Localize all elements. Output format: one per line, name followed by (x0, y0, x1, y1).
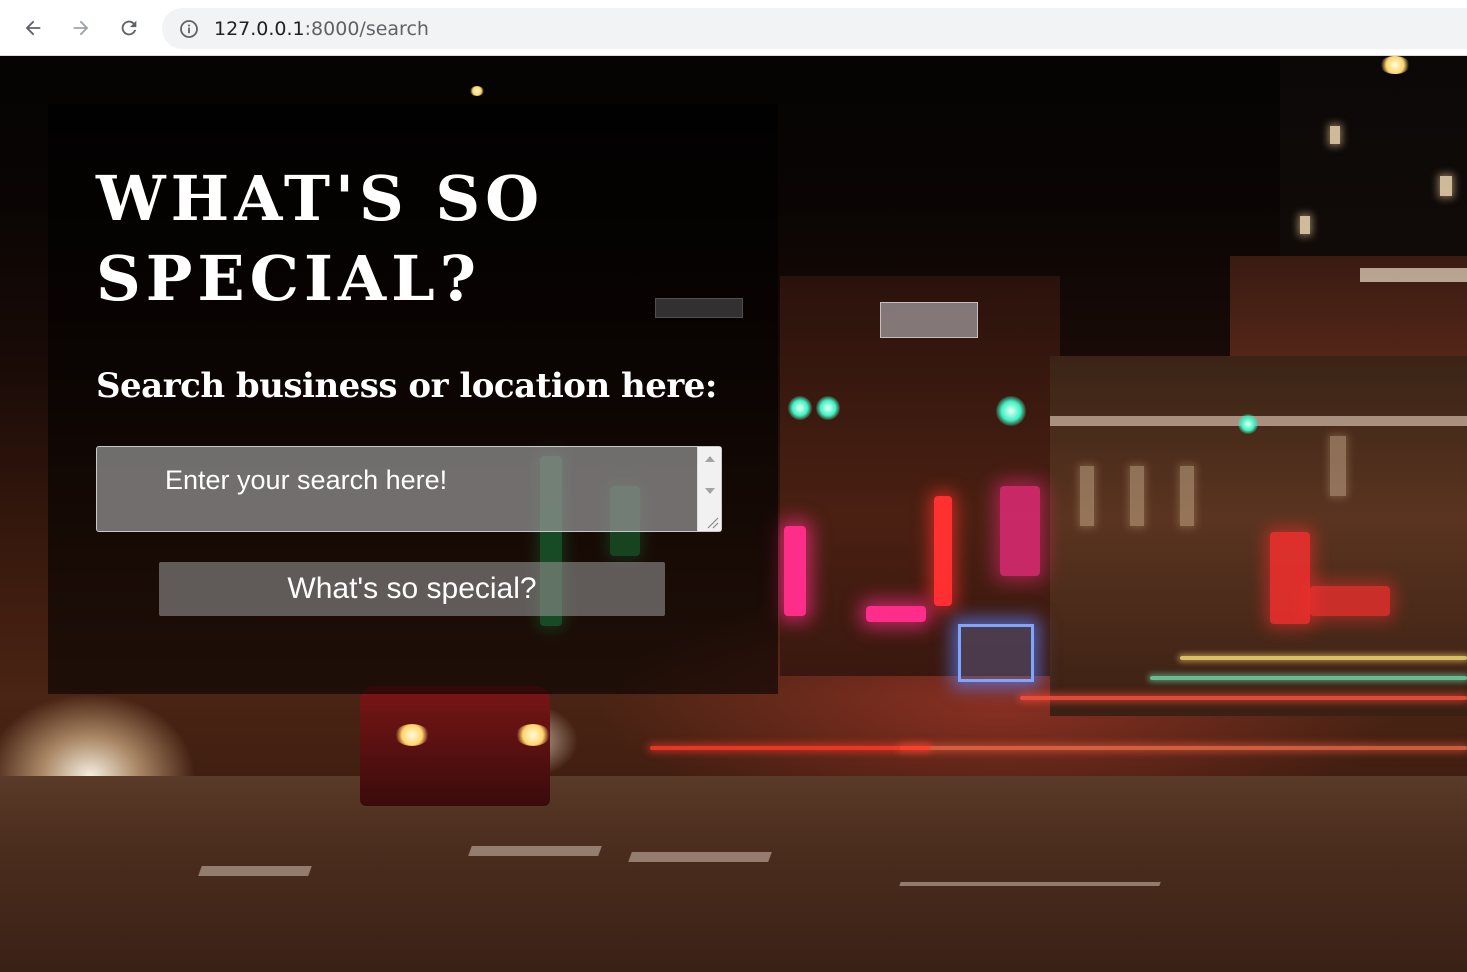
window-light (1300, 216, 1310, 234)
traffic-light (996, 396, 1026, 426)
chevron-down-icon (704, 488, 715, 494)
reload-icon (121, 20, 137, 36)
neon-sign (866, 606, 926, 622)
back-button[interactable] (17, 12, 49, 44)
url-path: :8000/search (304, 18, 429, 40)
info-icon[interactable] (178, 18, 200, 40)
light-streak (1180, 656, 1467, 660)
url-text[interactable]: 127.0.0.1:8000/search (214, 18, 429, 40)
url-host: 127.0.0.1 (214, 18, 305, 40)
search-submit-button[interactable]: What's so special? (159, 562, 665, 616)
forward-button[interactable] (65, 12, 97, 44)
building-cornice (1360, 268, 1467, 282)
page-title: What's so special? (96, 162, 545, 315)
search-box (96, 446, 722, 532)
reload-button[interactable] (113, 12, 145, 44)
neon-sign (934, 496, 952, 606)
browser-toolbar: 127.0.0.1:8000/search (0, 0, 1467, 56)
street-lamp (470, 86, 484, 96)
street-lamp (1380, 56, 1410, 74)
window-light (1080, 466, 1094, 526)
crosswalk-stripe (468, 846, 602, 856)
window-light (1330, 436, 1346, 496)
search-panel: What's so special? Search business or lo… (48, 104, 778, 694)
car (360, 686, 550, 806)
car-headlight (395, 724, 429, 746)
light-streak (1150, 676, 1467, 680)
neon-sign (1310, 586, 1390, 616)
resize-handle-icon[interactable] (705, 515, 719, 529)
neon-sign (784, 526, 806, 616)
light-streak (650, 746, 930, 750)
light-streak (1020, 696, 1467, 700)
neon-sign (958, 624, 1034, 682)
crosswalk-stripe (628, 852, 772, 862)
scroll-up-button[interactable] (698, 449, 721, 469)
window-light (1180, 466, 1194, 526)
search-input[interactable] (97, 447, 697, 531)
crosswalk-stripe (198, 866, 312, 876)
light-streak (900, 746, 1467, 750)
arrow-left-icon (25, 20, 41, 36)
search-label: Search business or location here: (96, 366, 717, 406)
traffic-light (788, 396, 812, 420)
building-cornice (1050, 416, 1467, 426)
car-headlight (516, 724, 550, 746)
window-light (1440, 176, 1452, 196)
lane-line (899, 882, 1161, 886)
neon-sign (1000, 486, 1040, 576)
window-light (1130, 466, 1144, 526)
arrow-right-icon (73, 20, 89, 36)
scroll-down-button[interactable] (698, 481, 721, 501)
window-light (1330, 126, 1340, 144)
chevron-up-icon (704, 456, 715, 462)
address-bar[interactable]: 127.0.0.1:8000/search (162, 8, 1467, 49)
background-building (1050, 356, 1467, 716)
neon-sign (1270, 532, 1310, 624)
traffic-light (816, 396, 840, 420)
street-sign (880, 302, 978, 338)
traffic-light (1238, 414, 1258, 434)
